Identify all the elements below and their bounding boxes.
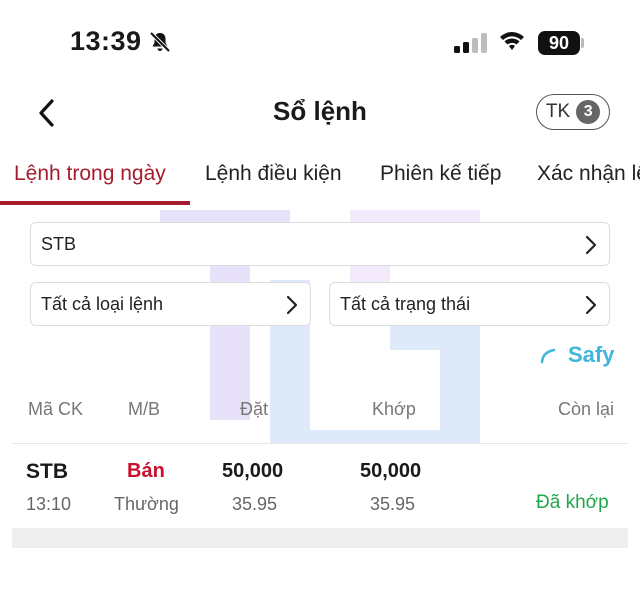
wifi-icon xyxy=(500,32,524,50)
row-side: Bán xyxy=(127,460,165,482)
header: Sổ lệnh TK 3 xyxy=(0,88,640,138)
status-bar: 13:39 90 xyxy=(0,0,640,88)
row-placed-qty: 50,000 xyxy=(222,460,284,482)
battery-cap xyxy=(581,38,584,48)
account-count-badge: 3 xyxy=(576,100,601,124)
safy-logo-text: Safy xyxy=(568,342,615,367)
col-header-side: M/B xyxy=(128,399,161,419)
status-filter[interactable]: Tất cả trạng thái xyxy=(329,282,610,326)
order-type-filter[interactable]: Tất cả loại lệnh xyxy=(30,282,311,326)
row-footer-strip xyxy=(12,528,628,548)
tab-orders-today[interactable]: Lệnh trong ngày xyxy=(14,162,166,186)
tab-conditional-orders[interactable]: Lệnh điều kiện xyxy=(205,162,342,186)
status-time: 13:39 xyxy=(70,26,142,56)
col-header-matched: Khớp xyxy=(372,399,416,419)
order-type-filter-value: Tất cả loại lệnh xyxy=(41,294,164,314)
tab-bar: Lệnh trong ngày Lệnh điều kiện Phiên kế … xyxy=(0,150,640,206)
account-selector[interactable]: TK 3 xyxy=(536,94,610,130)
safy-mark-icon xyxy=(540,348,556,364)
chevron-right-icon xyxy=(585,235,597,255)
tab-next-session[interactable]: Phiên kế tiếp xyxy=(380,162,501,186)
col-header-remaining: Còn lại xyxy=(558,399,615,419)
row-symbol: STB xyxy=(26,460,68,483)
col-header-symbol: Mã CK xyxy=(28,399,84,419)
row-matched-price: 35.95 xyxy=(370,494,416,514)
bell-slash-icon xyxy=(149,31,171,53)
chevron-right-icon xyxy=(286,295,298,315)
row-order-kind: Thường xyxy=(114,494,179,514)
battery-level: 90 xyxy=(548,33,570,53)
row-matched-qty: 50,000 xyxy=(360,460,422,482)
tab-order-confirmation[interactable]: Xác nhận lệnh xyxy=(537,162,640,186)
active-tab-indicator xyxy=(0,201,190,205)
row-status: Đã khớp xyxy=(536,492,609,513)
battery-icon: 90 xyxy=(538,31,580,55)
safy-logo: Safy xyxy=(540,338,614,372)
chevron-right-icon xyxy=(585,295,597,315)
row-time: 13:10 xyxy=(26,494,72,514)
account-label: TK xyxy=(545,101,571,122)
symbol-filter-value: STB xyxy=(41,234,77,254)
symbol-filter[interactable]: STB xyxy=(30,222,610,266)
cellular-signal-icon xyxy=(454,33,487,53)
col-header-placed: Đặt xyxy=(240,399,269,419)
status-filter-value: Tất cả trạng thái xyxy=(340,294,471,314)
row-placed-price: 35.95 xyxy=(232,494,278,514)
